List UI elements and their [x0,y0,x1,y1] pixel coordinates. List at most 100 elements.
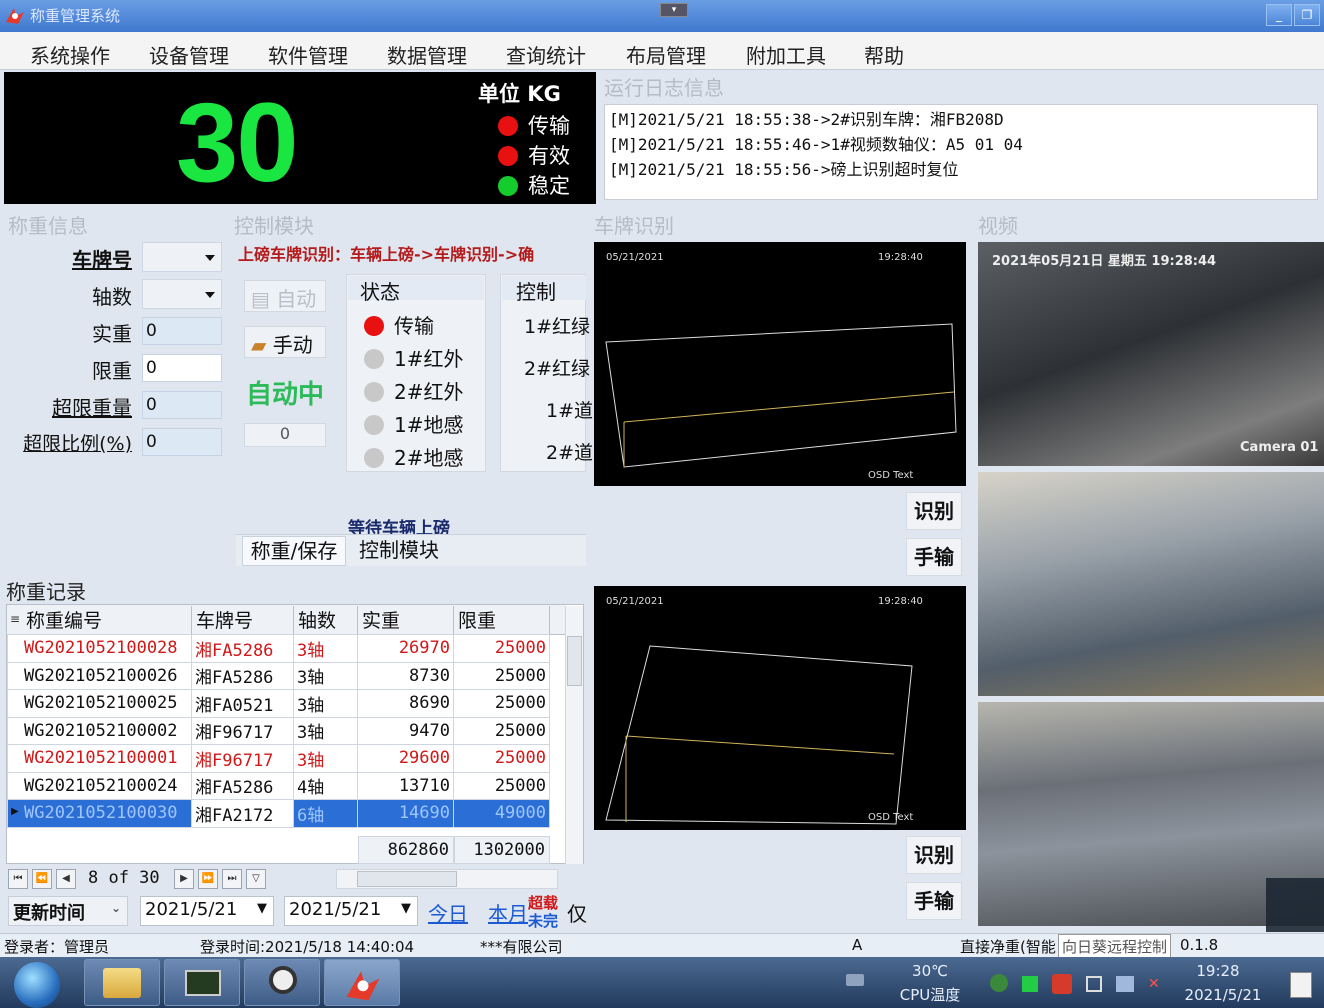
filter-icon[interactable]: ▽ [246,869,266,889]
taskbar-terminal[interactable] [164,959,240,1006]
minimize-button[interactable]: _ [1266,4,1292,26]
menu-system[interactable]: 系统操作 [30,40,110,69]
log-line: [M]2021/5/21 18:55:38->2#识别车牌：湘FB208D [609,110,1004,129]
date-to[interactable]: 2021/5/21 ▼ [284,896,418,926]
table-cell-id: WG2021052100028 [7,634,192,663]
weight-display: 30 单位 KG 传输 有效 稳定 [4,72,596,205]
tab-control[interactable]: 控制模块 [350,536,448,566]
auto-button[interactable]: ▤ 自动 [244,280,326,312]
green-tray-icon[interactable] [1022,976,1038,992]
display-tray-icon[interactable] [1116,976,1134,992]
table-row[interactable]: WG2021052100030 湘FA2172 6轴 14690 49000 [7,799,550,828]
menu-device[interactable]: 设备管理 [149,40,229,69]
manual-button[interactable]: ▰ 手动 [244,326,326,358]
video-feed-1[interactable]: 2021年05月21日 星期五 19:28:44 Camera 01 [978,242,1324,466]
col-limit[interactable]: 限重 [454,606,550,634]
table-cell-actual: 13710 [357,771,454,800]
table-row[interactable]: WG2021052100024 湘FA5286 4轴 13710 25000 [7,771,550,800]
table-row[interactable]: WG2021052100026 湘FA5286 3轴 8730 25000 [7,661,550,690]
records-scrollbar[interactable] [565,606,583,864]
keyboard-icon[interactable] [846,974,864,986]
start-button[interactable] [14,962,60,1008]
over-ratio-label[interactable]: 超限比例(%) [4,429,132,456]
table-row[interactable]: WG2021052100001 湘F96717 3轴 29600 25000 [7,744,550,773]
control-gate1[interactable]: 1#道 [546,396,593,423]
prev-page-button[interactable]: ◀ [56,869,76,889]
over-weight-field: 0 [142,391,222,419]
titlebar-toggle[interactable]: ▾ [660,3,688,17]
notification-icon[interactable] [1290,972,1312,998]
over-ratio-field: 0 [142,428,222,456]
col-plate[interactable]: 车牌号 [192,606,294,634]
manual-input-button-2[interactable]: 手输 [906,882,962,920]
recognize-button-2[interactable]: 识别 [906,836,962,874]
menu-data[interactable]: 数据管理 [387,40,467,69]
col-actual[interactable]: 实重 [358,606,454,634]
clock-time[interactable]: 19:28 [1180,962,1256,980]
volume-mute-icon[interactable]: ✕ [1148,976,1166,992]
network-tray-icon[interactable] [990,974,1008,992]
menu-layout[interactable]: 布局管理 [626,40,706,69]
window-tray-icon[interactable] [1086,976,1102,992]
recognize-button-1[interactable]: 识别 [906,492,962,530]
last-page-button[interactable]: ⏭ [222,869,242,889]
axle-select[interactable] [142,279,222,309]
only-checkbox[interactable]: 仅 [567,898,587,927]
first-page-button[interactable]: ⏮ [8,869,28,889]
taskbar-player[interactable] [244,959,320,1006]
taskbar-explorer[interactable] [84,959,160,1006]
restore-button[interactable]: ❐ [1294,4,1320,26]
status-dot-icon [498,116,518,136]
table-cell-axles: 3轴 [293,661,358,690]
control-gate2[interactable]: 2#道 [546,438,593,465]
video-feed-2[interactable] [978,472,1324,696]
window-title: 称重管理系统 [30,7,121,25]
log-box[interactable]: [M]2021/5/21 18:55:38->2#识别车牌：湘FB208D [M… [604,104,1318,200]
records-table: WG2021052100028 湘FA5286 3轴 26970 25000 WG2021… [7,634,550,828]
date-from[interactable]: 2021/5/21 ▼ [140,896,274,926]
taskbar-weighing-app[interactable] [324,959,400,1006]
table-cell-limit: 25000 [453,716,550,745]
next-group-button[interactable]: ⏩ [198,869,218,889]
col-axles[interactable]: 轴数 [294,606,358,634]
menu-software[interactable]: 软件管理 [268,40,348,69]
menu-tools[interactable]: 附加工具 [746,40,826,69]
today-link[interactable]: 今日 [428,898,468,927]
this-month-link[interactable]: 本月 [488,898,528,927]
total-actual: 862860 [358,836,454,864]
date-field-select[interactable]: 更新时间 ⌄ [8,896,128,926]
table-row[interactable]: WG2021052100002 湘F96717 3轴 9470 25000 [7,716,550,745]
plate-select[interactable] [142,242,222,272]
table-row[interactable]: WG2021052100028 湘FA5286 3轴 26970 25000 [7,634,550,663]
plate-camera-1[interactable]: 05/21/2021 19:28:40 OSD Text [594,242,966,486]
control-light2[interactable]: 2#红绿 [524,354,590,381]
incomplete-checkbox[interactable]: 未完 [528,910,558,931]
plate-camera-2[interactable]: 05/21/2021 19:28:40 OSD Text [594,586,966,830]
menu-query[interactable]: 查询统计 [506,40,586,69]
prev-group-button[interactable]: ⏪ [32,869,52,889]
chevron-down-icon: ▼ [401,901,411,916]
row-menu-icon[interactable]: ≡ [10,612,20,626]
over-weight-label[interactable]: 超限重量 [20,392,132,421]
status-transmit: 传输 [364,310,434,339]
app-tray-icon[interactable] [1052,974,1072,994]
table-cell-plate: 湘FA5286 [191,771,294,800]
table-cell-actual: 29600 [357,744,454,773]
title-bar: 称重管理系统 ▾ _ ❐ [0,0,1324,32]
manual-input-button-1[interactable]: 手输 [906,538,962,576]
table-row[interactable]: WG2021052100025 湘FA0521 3轴 8690 25000 [7,689,550,718]
control-light1[interactable]: 1#红绿 [524,312,590,339]
remote-control-icon[interactable] [1266,878,1324,932]
clock-date[interactable]: 2021/5/21 [1180,986,1266,1004]
limit-field[interactable]: 0 [142,354,222,382]
table-cell-actual: 14690 [357,799,454,828]
next-page-button[interactable]: ▶ [174,869,194,889]
menu-help[interactable]: 帮助 [864,40,904,69]
horizontal-scrollbar[interactable] [336,869,558,889]
hscroll-thumb[interactable] [357,871,457,887]
tab-weigh-save[interactable]: 称重/保存 [242,536,346,566]
col-id[interactable]: 称重编号 [22,606,192,634]
menu-bar: 系统操作 设备管理 软件管理 数据管理 查询统计 布局管理 附加工具 帮助 [0,32,1324,70]
scroll-thumb[interactable] [567,636,582,686]
table-cell-limit: 25000 [453,689,550,718]
